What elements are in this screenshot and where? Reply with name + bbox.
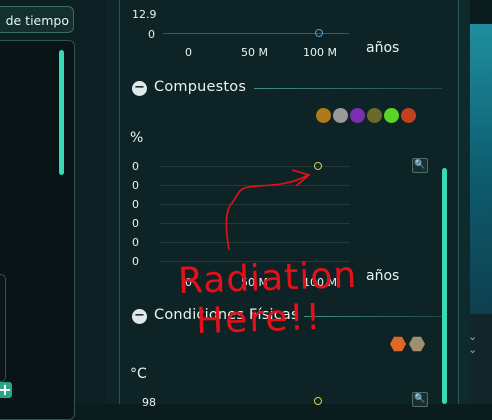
annotation-arrow <box>225 169 311 251</box>
annotation-text: Here!! <box>195 296 323 343</box>
annotation-text: Radiation <box>177 254 358 303</box>
